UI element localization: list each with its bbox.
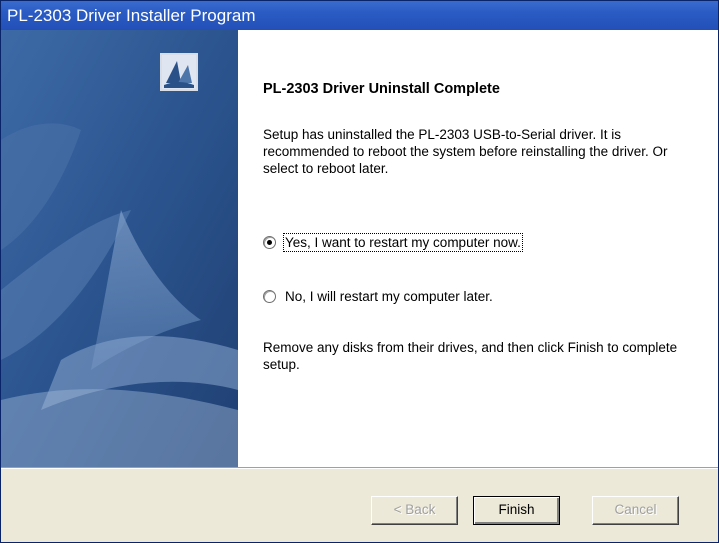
back-button[interactable]: < Back [371, 496, 458, 525]
wizard-logo-icon [160, 53, 198, 91]
installer-window: PL-2303 Driver Installer Program PL-2303… [0, 0, 719, 543]
restart-later-label[interactable]: No, I will restart my computer later. [285, 289, 493, 304]
restart-now-label[interactable]: Yes, I want to restart my computer now. [283, 233, 523, 252]
instructions-text: Remove any disks from their drives, and … [263, 340, 678, 372]
description-text: Setup has uninstalled the PL-2303 USB-to… [263, 127, 668, 176]
page-heading: PL-2303 Driver Uninstall Complete [263, 81, 500, 97]
radio-selected-icon[interactable] [263, 236, 276, 249]
wizard-content: PL-2303 Driver Uninstall Complete Setup … [238, 30, 718, 467]
restart-now-option[interactable]: Yes, I want to restart my computer now. [263, 233, 523, 252]
radio-unselected-icon[interactable] [263, 290, 276, 303]
side-panel-artwork [1, 30, 238, 467]
title-bar[interactable]: PL-2303 Driver Installer Program [1, 1, 718, 30]
cancel-button[interactable]: Cancel [592, 496, 679, 525]
restart-later-option[interactable]: No, I will restart my computer later. [263, 289, 493, 304]
wizard-side-panel [1, 30, 238, 467]
wizard-footer: < Back Finish Cancel [1, 469, 718, 542]
finish-button[interactable]: Finish [473, 496, 560, 525]
window-title: PL-2303 Driver Installer Program [7, 6, 256, 25]
